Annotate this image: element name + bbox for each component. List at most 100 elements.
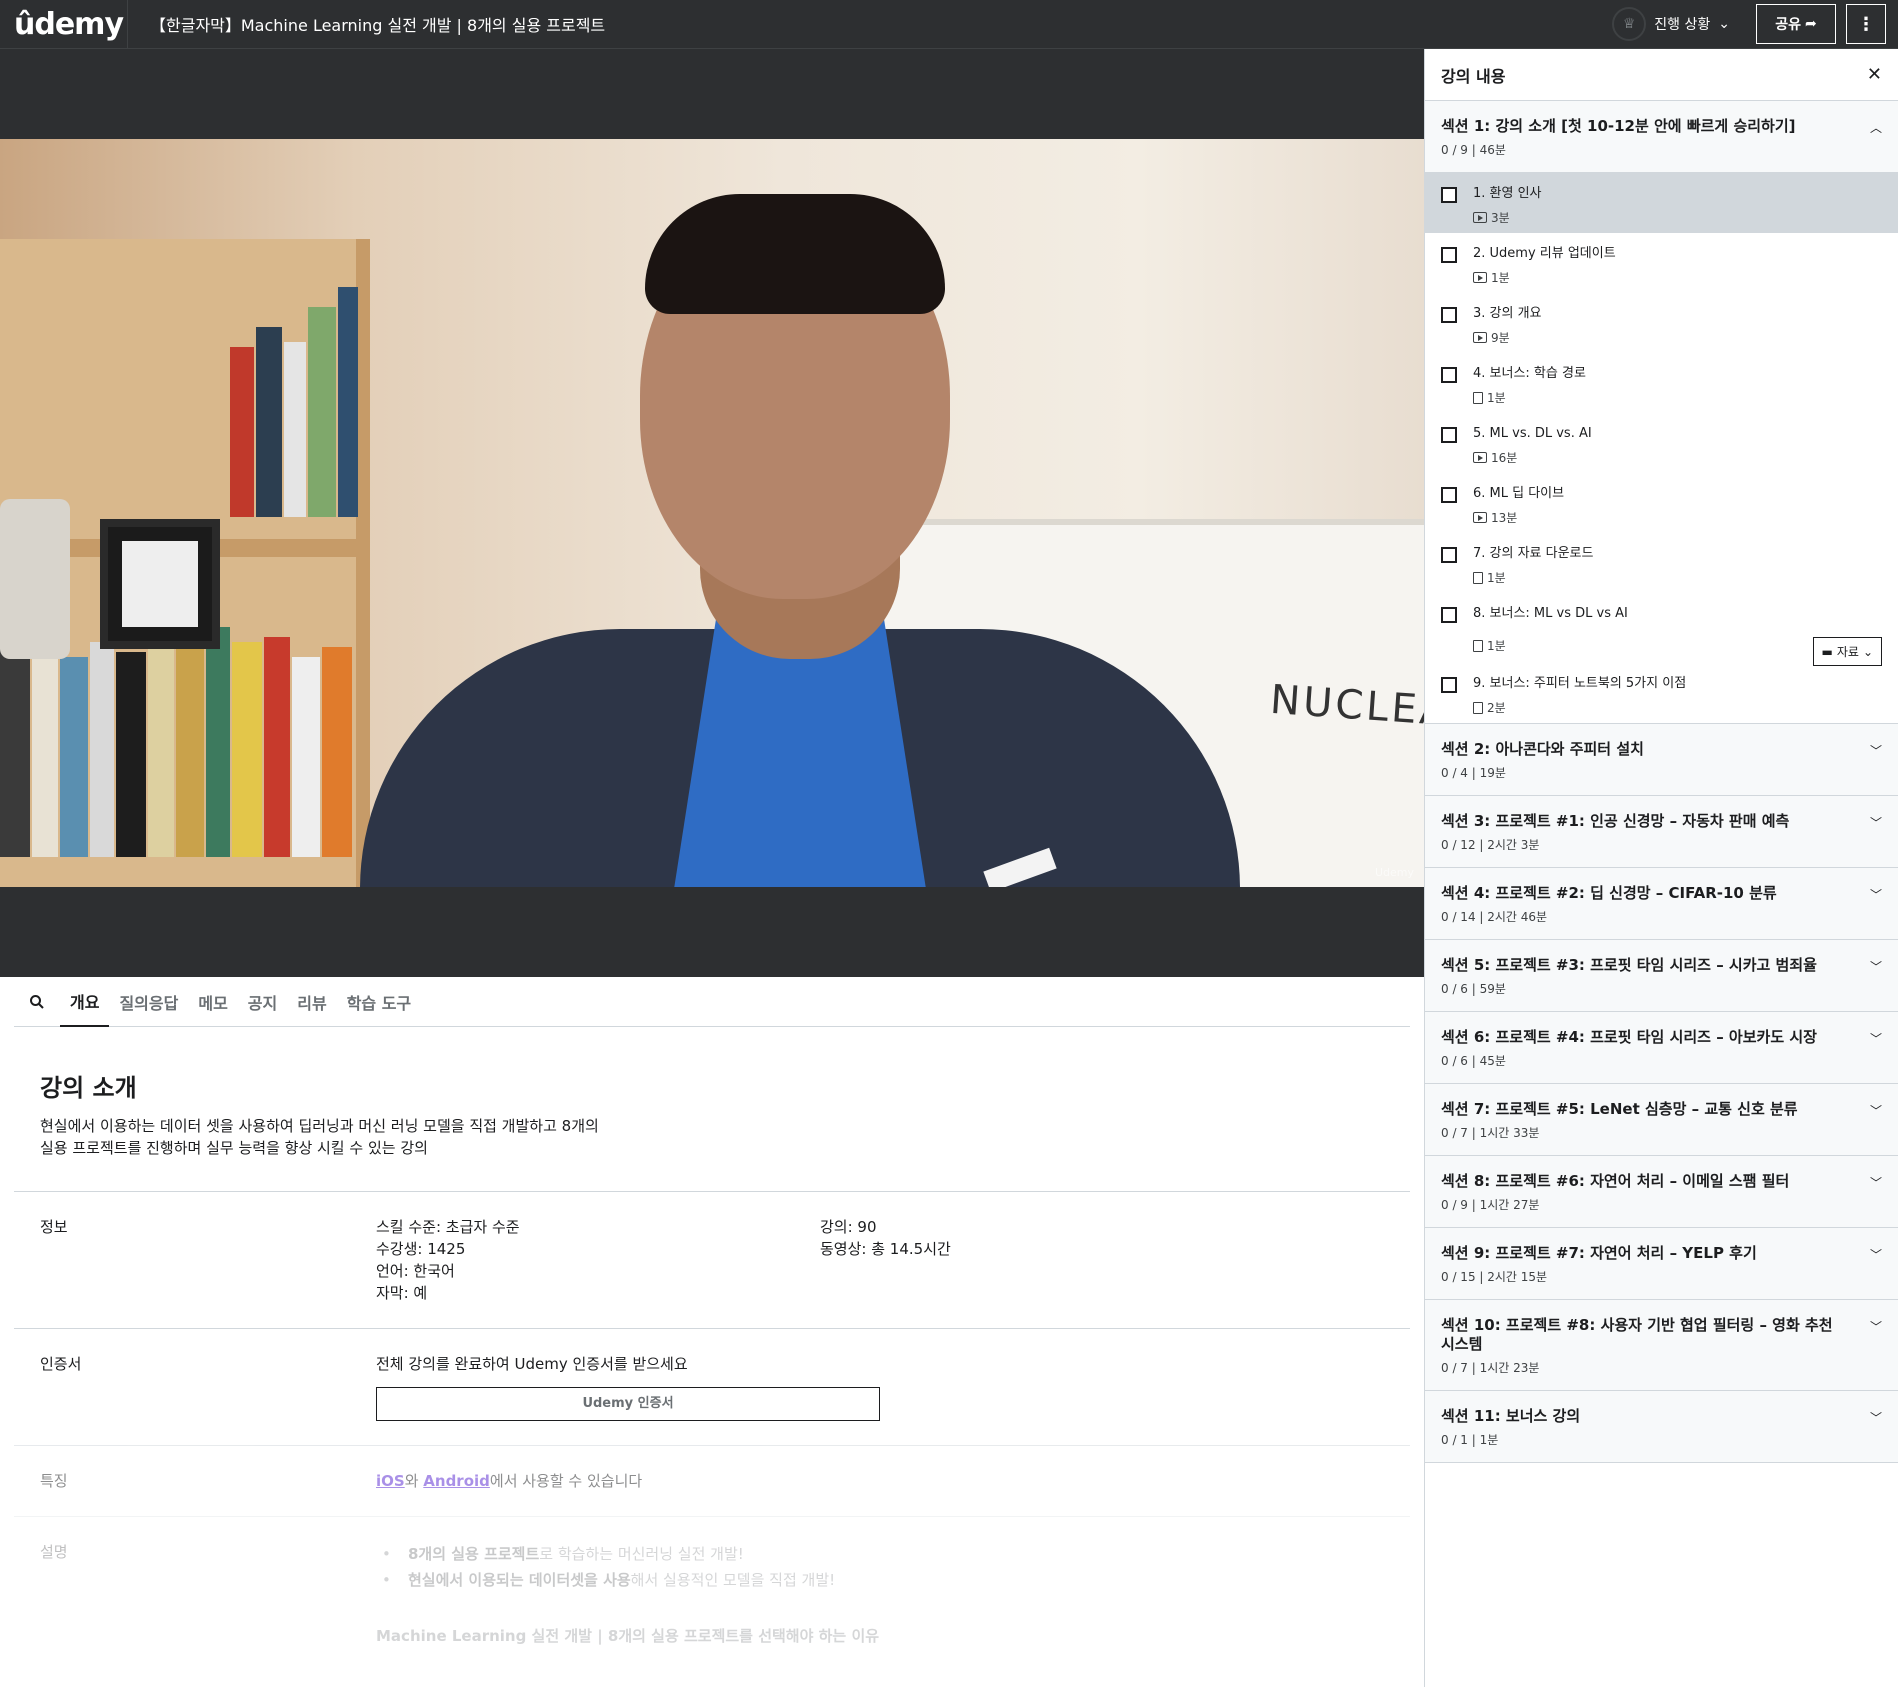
section-title: 섹션 9: 프로젝트 #7: 자연어 처리 – YELP 후기 (1441, 1244, 1757, 1262)
progress-dropdown[interactable]: ♕ 진행 상황 ⌄ (1612, 7, 1730, 41)
tab-overview[interactable]: 개요 (60, 977, 110, 1027)
language: 언어: 한국어 (376, 1262, 455, 1280)
checkbox[interactable] (1441, 547, 1457, 563)
checkbox[interactable] (1441, 427, 1457, 443)
chevron-down-icon: ⌄ (1718, 16, 1730, 32)
section-title: 섹션 8: 프로젝트 #6: 자연어 처리 – 이메일 스팸 필터 (1441, 1172, 1790, 1190)
section-meta: 0 / 12 | 2시간 3분 (1441, 838, 1540, 852)
lecture-title: 5. ML vs. DL vs. AI (1473, 426, 1592, 441)
section-meta: 0 / 7 | 1시간 33분 (1441, 1126, 1540, 1140)
section-meta: 0 / 6 | 45분 (1441, 1054, 1506, 1068)
tab-reviews[interactable]: 리뷰 (287, 977, 336, 1027)
resources-button[interactable]: ▬ 자료 ⌄ (1812, 637, 1882, 666)
section-header[interactable]: 섹션 8: 프로젝트 #6: 자연어 처리 – 이메일 스팸 필터 0 / 9 |… (1425, 1156, 1898, 1228)
checkbox[interactable] (1441, 367, 1457, 383)
section-title: 섹션 11: 보너스 강의 (1441, 1407, 1581, 1425)
more-options-button[interactable]: ⋮ (1846, 4, 1886, 44)
checkbox[interactable] (1441, 677, 1457, 693)
section-title: 섹션 6: 프로젝트 #4: 프로핏 타임 시리즈 – 아보카도 시장 (1441, 1028, 1817, 1046)
tab-qna[interactable]: 질의응답 (109, 977, 188, 1027)
share-button[interactable]: 공유 ➦ (1756, 4, 1836, 44)
tab-announcements[interactable]: 공지 (238, 977, 287, 1027)
section-header[interactable]: 섹션 10: 프로젝트 #8: 사용자 기반 협업 필터링 – 영화 추천 시스… (1425, 1300, 1898, 1391)
lecture-item[interactable]: 8. 보너스: ML vs DL vs AI 1분 ▬ 자료 ⌄ (1425, 593, 1898, 666)
features-label: 특징 (40, 1472, 68, 1490)
lecture-item[interactable]: 6. ML 딥 다이브 13분 (1425, 473, 1898, 533)
section-meta: 0 / 14 | 2시간 46분 (1441, 910, 1548, 924)
lecture-duration: 1분 (1487, 571, 1506, 585)
lecture-item[interactable]: 2. Udemy 리뷰 업데이트 1분 (1425, 233, 1898, 293)
more-options-icon: ⋮ (1857, 13, 1875, 35)
section-title: 섹션 5: 프로젝트 #3: 프로핏 타임 시리즈 – 시카고 범죄율 (1441, 956, 1817, 974)
lecture-title: 3. 강의 개요 (1473, 306, 1542, 321)
video-icon (1473, 332, 1487, 343)
bullet-2-rest: 해서 실용적인 모델을 직접 개발! (630, 1571, 836, 1589)
checkbox[interactable] (1441, 187, 1457, 203)
udemy-certificate-button[interactable]: Udemy 인증서 (376, 1387, 880, 1421)
section-meta: 0 / 4 | 19분 (1441, 766, 1506, 780)
video-player[interactable]: NUCLEAS Udemy (0, 49, 1424, 977)
description-row: 설명 8개의 실용 프로젝트로 학습하는 머신러닝 실전 개발! 현실에서 이용… (14, 1516, 1410, 1671)
chevron-down-icon: ﹀ (1869, 888, 1882, 902)
description-heading: Machine Learning 실전 개발 | 8개의 실용 프로젝트를 선택… (376, 1627, 880, 1645)
section-header[interactable]: 섹션 2: 아나콘다와 주피터 설치 0 / 4 | 19분 ﹀ (1425, 724, 1898, 796)
sidebar-header: 강의 내용 ✕ (1425, 49, 1898, 101)
section-header[interactable]: 섹션 9: 프로젝트 #7: 자연어 처리 – YELP 후기 0 / 15 | … (1425, 1228, 1898, 1300)
document-icon (1473, 571, 1483, 584)
chevron-up-icon: ︿ (1869, 121, 1882, 135)
tab-learning-tools[interactable]: 학습 도구 (337, 977, 421, 1027)
lecture-list: 1. 환영 인사 3분 2. Udemy 리뷰 업데이트 1분 3. 강의 개요… (1425, 173, 1898, 723)
about-title: 강의 소개 (40, 1074, 137, 1102)
tab-notes[interactable]: 메모 (188, 977, 237, 1027)
video-watermark: Udemy (1374, 866, 1414, 879)
checkbox[interactable] (1441, 247, 1457, 263)
sidebar-title: 강의 내용 (1441, 66, 1506, 86)
section-title: 섹션 7: 프로젝트 #5: LeNet 심층망 – 교통 신호 분류 (1441, 1100, 1798, 1118)
section-header-1[interactable]: 섹션 1: 강의 소개 [첫 10-12분 안에 빠르게 승리하기] 0 / 9… (1425, 101, 1898, 173)
course-title[interactable]: 【한글자막】Machine Learning 실전 개발 | 8개의 실용 프로… (128, 12, 1612, 36)
bullet-item: 현실에서 이용되는 데이터셋을 사용해서 실용적인 모델을 직접 개발! (376, 1567, 996, 1593)
section-title: 섹션 2: 아나콘다와 주피터 설치 (1441, 740, 1644, 758)
section-meta: 0 / 9 | 1시간 27분 (1441, 1198, 1540, 1212)
info-col-2: 강의: 90 동영상: 총 14.5시간 (820, 1216, 1264, 1304)
section-header[interactable]: 섹션 4: 프로젝트 #2: 딥 신경망 – CIFAR-10 분류 0 / 14… (1425, 868, 1898, 940)
course-overview: 강의 소개 현실에서 이용하는 데이터 셋을 사용하여 딥러닝과 머신 러닝 모… (14, 1028, 1410, 1671)
android-link[interactable]: Android (423, 1472, 490, 1490)
video-frame[interactable]: NUCLEAS Udemy (0, 139, 1424, 887)
lecture-title: 8. 보너스: ML vs DL vs AI (1473, 606, 1628, 621)
course-content-sidebar: 강의 내용 ✕ 섹션 1: 강의 소개 [첫 10-12분 안에 빠르게 승리하… (1424, 49, 1898, 1687)
document-icon (1473, 391, 1483, 404)
ios-link[interactable]: iOS (376, 1472, 405, 1490)
section-header[interactable]: 섹션 5: 프로젝트 #3: 프로핏 타임 시리즈 – 시카고 범죄율 0 / 6… (1425, 940, 1898, 1012)
search-icon[interactable] (14, 994, 60, 1010)
video-icon (1473, 212, 1487, 223)
lecture-item[interactable]: 1. 환영 인사 3분 (1425, 173, 1898, 233)
lecture-duration: 1분 (1491, 271, 1510, 285)
section-header[interactable]: 섹션 7: 프로젝트 #5: LeNet 심층망 – 교통 신호 분류 0 / 7… (1425, 1084, 1898, 1156)
lecture-duration: 3분 (1491, 211, 1510, 225)
chevron-down-icon: ﹀ (1869, 1104, 1882, 1118)
udemy-logo[interactable]: ûdemy (0, 0, 128, 49)
close-icon[interactable]: ✕ (1867, 64, 1882, 85)
checkbox[interactable] (1441, 607, 1457, 623)
lecture-item[interactable]: 3. 강의 개요 9분 (1425, 293, 1898, 353)
chevron-down-icon: ﹀ (1869, 1320, 1882, 1334)
section-header[interactable]: 섹션 11: 보너스 강의 0 / 1 | 1분 ﹀ (1425, 1391, 1898, 1463)
section-header[interactable]: 섹션 6: 프로젝트 #4: 프로핏 타임 시리즈 – 아보카도 시장 0 / 6… (1425, 1012, 1898, 1084)
checkbox[interactable] (1441, 307, 1457, 323)
bullet-2-bold: 현실에서 이용되는 데이터셋을 사용 (408, 1571, 631, 1589)
bullet-1-bold: 8개의 실용 프로젝트 (408, 1545, 540, 1563)
lecture-duration: 1분 (1487, 391, 1506, 405)
lecture-item[interactable]: 5. ML vs. DL vs. AI 16분 (1425, 413, 1898, 473)
lecture-count: 강의: 90 (820, 1218, 877, 1236)
section-meta: 0 / 9 | 46분 (1441, 143, 1506, 157)
share-arrow-icon: ➦ (1805, 16, 1817, 32)
lecture-item[interactable]: 9. 보너스: 주피터 노트북의 5가지 이점 2분 (1425, 663, 1898, 723)
lecture-duration: 1분 (1487, 639, 1506, 653)
checkbox[interactable] (1441, 487, 1457, 503)
lecture-duration: 9분 (1491, 331, 1510, 345)
section-header[interactable]: 섹션 3: 프로젝트 #1: 인공 신경망 – 자동차 판매 예측 0 / 12 … (1425, 796, 1898, 868)
lecture-item[interactable]: 4. 보너스: 학습 경로 1분 (1425, 353, 1898, 413)
lecture-item[interactable]: 7. 강의 자료 다운로드 1분 (1425, 533, 1898, 593)
content-tabs: 개요 질의응답 메모 공지 리뷰 학습 도구 (14, 977, 1410, 1027)
